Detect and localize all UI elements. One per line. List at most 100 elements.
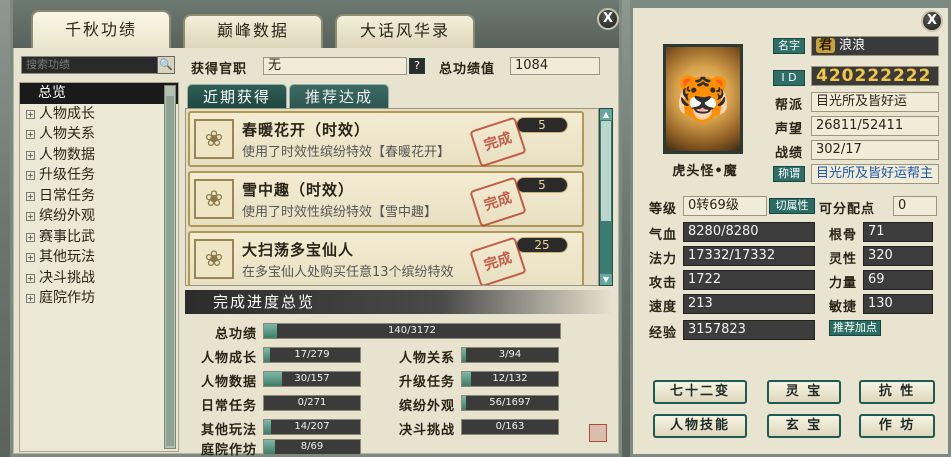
workshop-button[interactable]: 作 坊 (859, 414, 935, 438)
progress-label: 庭院作坊 (200, 443, 257, 457)
stat-label: 根骨 (829, 228, 858, 243)
achievement-list: ❀ 春暖花开（时效） 使用了时效性缤纷特效【春暖花开】 5 完成 ❀ 雪中趣（时… (185, 108, 599, 286)
expand-icon[interactable]: + (26, 109, 35, 119)
tab-recommended[interactable]: 推荐达成 (289, 84, 389, 108)
tree-item-relations[interactable]: + 人物关系 (20, 124, 178, 145)
expand-icon[interactable]: + (26, 191, 35, 201)
free-points-label: 可分配点 (819, 202, 876, 217)
achievement-card[interactable]: ❀ 大扫荡多宝仙人 在多宝仙人处购买任意13个缤纷特效 25 完成 (188, 231, 584, 285)
progress-text: 140/3172 (388, 325, 436, 336)
tiger-icon: 🐯 (675, 74, 731, 125)
resistance-button[interactable]: 抗 性 (859, 380, 935, 404)
stat-label: 经验 (649, 326, 678, 341)
progress-text: 12/132 (492, 373, 528, 384)
tree-item-data[interactable]: + 人物数据 (20, 145, 178, 166)
achievement-card[interactable]: ❀ 春暖花开（时效） 使用了时效性缤纷特效【春暖花开】 5 完成 (188, 111, 584, 168)
agility-field: 130 (863, 294, 933, 314)
tree-item-growth[interactable]: + 人物成长 (20, 104, 178, 125)
transform-button[interactable]: 七十二变 (653, 380, 747, 404)
expand-icon[interactable]: + (26, 212, 35, 221)
character-portrait: 🐯 (663, 44, 743, 154)
scroll-up-icon[interactable]: ▲ (600, 109, 612, 120)
tree-item-label: 总览 (38, 85, 66, 101)
skills-button[interactable]: 人物技能 (653, 414, 747, 438)
battle-label: 战绩 (775, 146, 804, 161)
mystic-treasure-button[interactable]: 玄 宝 (767, 414, 841, 438)
achievement-desc: 使用了时效性缤纷特效【春暖花开】 (242, 145, 451, 160)
search-icon: 🔍 (159, 58, 173, 71)
attack-field: 1722 (683, 270, 815, 290)
tab-recent[interactable]: 近期获得 (187, 84, 287, 108)
tree-item-daily[interactable]: + 日常任务 (20, 186, 178, 207)
close-button[interactable]: X (597, 8, 619, 30)
official-label: 获得官职 (191, 62, 248, 77)
progress-bar-duel: 0/163 (461, 419, 559, 435)
total-field: 1084 (510, 57, 600, 75)
progress-label: 决斗挑战 (398, 423, 455, 438)
progress-text: 3/94 (498, 349, 522, 360)
name-field: 君 浪浪 (811, 36, 939, 56)
progress-label: 人物关系 (398, 351, 455, 366)
expand-icon[interactable]: + (26, 273, 35, 283)
constitution-field: 71 (863, 222, 933, 242)
progress-label: 缤纷外观 (398, 399, 455, 414)
tree-scrollbar[interactable] (164, 85, 176, 449)
seal-decoration (589, 424, 607, 442)
spirit-field: 320 (863, 246, 933, 266)
tree-item-workshop[interactable]: + 庭院作坊 (20, 288, 178, 309)
progress-text: 30/157 (294, 373, 330, 384)
stat-label: 法力 (649, 252, 678, 267)
achievement-points: 5 (516, 117, 568, 133)
tree-item-duel[interactable]: + 决斗挑战 (20, 268, 178, 289)
progress-bar-appearance: 56/1697 (461, 395, 559, 411)
scroll-thumb[interactable] (166, 96, 174, 446)
scroll-thumb[interactable] (601, 121, 611, 221)
search-button[interactable]: 🔍 (157, 56, 175, 74)
achievement-scrollbar[interactable]: ▲ ▼ (599, 108, 613, 286)
tree-item-tournament[interactable]: + 赛事比武 (20, 227, 178, 248)
progress-label: 其他玩法 (200, 423, 257, 438)
level-label: 等级 (649, 202, 678, 217)
progress-text: 0/163 (495, 421, 525, 432)
tree-item-overview[interactable]: 总览 (20, 83, 178, 104)
search-input[interactable]: 搜索功绩 (21, 56, 171, 74)
expand-icon[interactable]: + (26, 150, 35, 160)
spirit-treasure-button[interactable]: 灵 宝 (767, 380, 841, 404)
tree-item-other[interactable]: + 其他玩法 (20, 247, 178, 268)
tree-item-label: 庭院作坊 (39, 290, 95, 306)
expand-icon[interactable]: + (26, 171, 35, 180)
tree-item-appearance[interactable]: + 缤纷外观 (20, 206, 178, 227)
achievement-points: 5 (516, 177, 568, 193)
tab-peak-data[interactable]: 巅峰数据 (183, 14, 323, 48)
expand-icon[interactable]: + (26, 253, 35, 262)
expand-icon[interactable]: + (26, 232, 35, 242)
id-tag: I D (773, 70, 805, 86)
progress-text: 8/69 (300, 441, 324, 452)
progress-text: 17/279 (294, 349, 330, 360)
progress-label: 人物成长 (200, 351, 257, 366)
tab-achievements[interactable]: 千秋功绩 (31, 10, 171, 48)
expand-icon[interactable]: + (26, 294, 35, 303)
tree-item-label: 日常任务 (39, 187, 95, 204)
help-button[interactable]: ? (409, 58, 425, 74)
achievement-title: 雪中趣（时效） (242, 181, 355, 199)
stat-label: 敏捷 (829, 300, 858, 315)
battle-field: 302/17 (811, 140, 939, 160)
expand-icon[interactable]: + (26, 130, 35, 139)
title-tag[interactable]: 称谓 (773, 166, 805, 182)
achievement-desc: 使用了时效性缤纷特效【雪中趣】 (242, 205, 438, 220)
achievement-icon: ❀ (194, 179, 234, 219)
tree-item-label: 人物关系 (39, 126, 95, 142)
achievement-card[interactable]: ❀ 雪中趣（时效） 使用了时效性缤纷特效【雪中趣】 5 完成 (188, 171, 584, 228)
progress-text: 14/207 (294, 421, 330, 432)
tab-legend-record[interactable]: 大话风华录 (335, 14, 475, 48)
scroll-down-icon[interactable]: ▼ (600, 274, 612, 285)
switch-attr-button[interactable]: 切属性 (769, 198, 815, 214)
tree-item-label: 决斗挑战 (39, 269, 95, 286)
recommend-points-button[interactable]: 推荐加点 (829, 320, 881, 336)
close-button[interactable]: X (921, 10, 943, 32)
achievement-title: 春暖花开（时效） (242, 121, 371, 139)
progress-label: 日常任务 (200, 399, 257, 414)
tree-item-upgrade[interactable]: + 升级任务 (20, 165, 178, 186)
fame-field: 26811/52411 (811, 116, 939, 136)
